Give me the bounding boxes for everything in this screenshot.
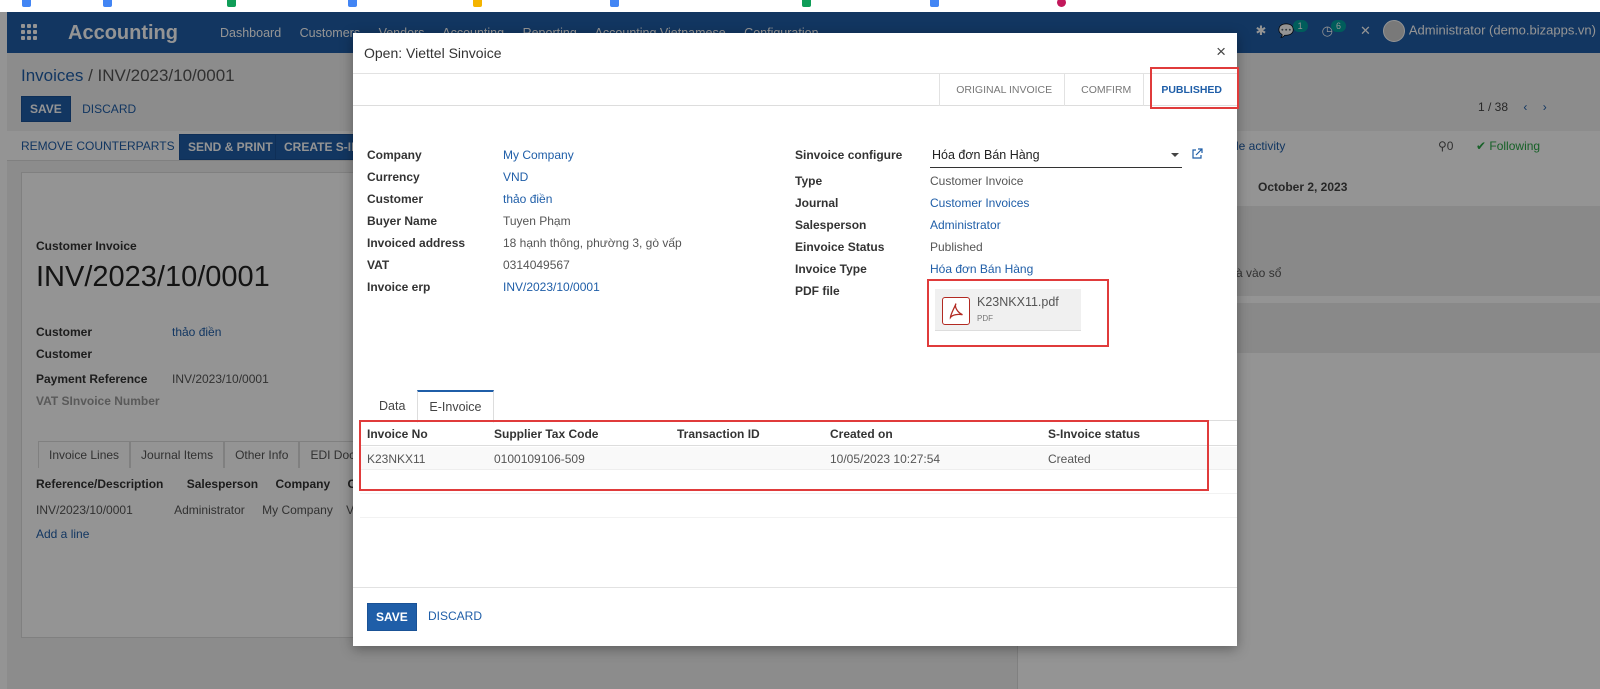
field-label: Journal: [795, 196, 839, 210]
chevron-down-icon[interactable]: [1171, 153, 1179, 157]
status-bar: ORIGINAL INVOICE COMFIRM PUBLISHED: [353, 74, 1237, 106]
table-empty-row: [360, 495, 1237, 518]
bookmark-icon[interactable]: [227, 0, 236, 7]
notebook-tabs: Data E-Invoice: [367, 390, 494, 423]
bookmark-icon[interactable]: [610, 0, 619, 7]
sinvoice-configure-select[interactable]: Hóa đơn Bán Hàng: [930, 142, 1182, 168]
bookmark-icon[interactable]: [103, 0, 112, 7]
stage-confirm[interactable]: COMFIRM: [1064, 74, 1143, 106]
external-link-icon[interactable]: [1191, 148, 1203, 160]
salesperson-link[interactable]: Administrator: [930, 218, 1001, 232]
invoice-type-link[interactable]: Hóa đơn Bán Hàng: [930, 262, 1033, 276]
field-label: Invoiced address: [367, 236, 466, 250]
invoice-erp-link[interactable]: INV/2023/10/0001: [503, 280, 600, 294]
select-value: Hóa đơn Bán Hàng: [932, 148, 1040, 162]
vat-value: 0314049567: [503, 258, 570, 272]
field-label: PDF file: [795, 284, 840, 298]
company-link[interactable]: My Company: [503, 148, 574, 162]
field-label: Customer: [367, 192, 424, 206]
dialog-title: Open: Viettel Sinvoice: [364, 45, 502, 61]
field-label: VAT: [367, 258, 390, 272]
bookmarks-bar: [0, 0, 1600, 12]
journal-link[interactable]: Customer Invoices: [930, 196, 1029, 210]
einvoice-status-value: Published: [930, 240, 983, 254]
field-label: Sinvoice configure: [795, 148, 903, 162]
bookmark-icon[interactable]: [348, 0, 357, 7]
field-label: Currency: [367, 170, 420, 184]
buyer-name-value: Tuyen Phạm: [503, 214, 571, 228]
tab-e-invoice[interactable]: E-Invoice: [417, 390, 494, 423]
highlight-box-stage: [1150, 67, 1239, 109]
dialog-footer: SAVE DISCARD: [353, 587, 1237, 646]
tab-data[interactable]: Data: [367, 390, 417, 423]
type-value: Customer Invoice: [930, 174, 1024, 188]
field-label: Company: [367, 148, 422, 162]
customer-link[interactable]: thảo điền: [503, 192, 552, 206]
sinvoice-dialog: Open: Viettel Sinvoice × ORIGINAL INVOIC…: [353, 33, 1239, 646]
bookmark-icon[interactable]: [1057, 0, 1066, 7]
stage-original-invoice[interactable]: ORIGINAL INVOICE: [939, 74, 1064, 106]
close-icon[interactable]: ×: [1216, 42, 1226, 62]
field-label: Einvoice Status: [795, 240, 885, 254]
field-label: Invoice erp: [367, 280, 431, 294]
invoiced-address-value: 18 hạnh thông, phường 3, gò vấp: [503, 236, 682, 250]
field-label: Salesperson: [795, 218, 867, 232]
field-label: Type: [795, 174, 823, 188]
field-label: Invoice Type: [795, 262, 867, 276]
bookmark-icon[interactable]: [22, 0, 31, 7]
highlight-box-pdf: [927, 279, 1109, 347]
bookmark-icon[interactable]: [802, 0, 811, 7]
dialog-header: Open: Viettel Sinvoice ×: [353, 33, 1237, 74]
field-label: Buyer Name: [367, 214, 438, 228]
currency-link[interactable]: VND: [503, 170, 528, 184]
discard-button[interactable]: DISCARD: [420, 604, 490, 628]
save-button[interactable]: SAVE: [367, 603, 417, 631]
highlight-box-table: [359, 420, 1209, 491]
bookmark-icon[interactable]: [930, 0, 939, 7]
bookmark-icon[interactable]: [473, 0, 482, 7]
